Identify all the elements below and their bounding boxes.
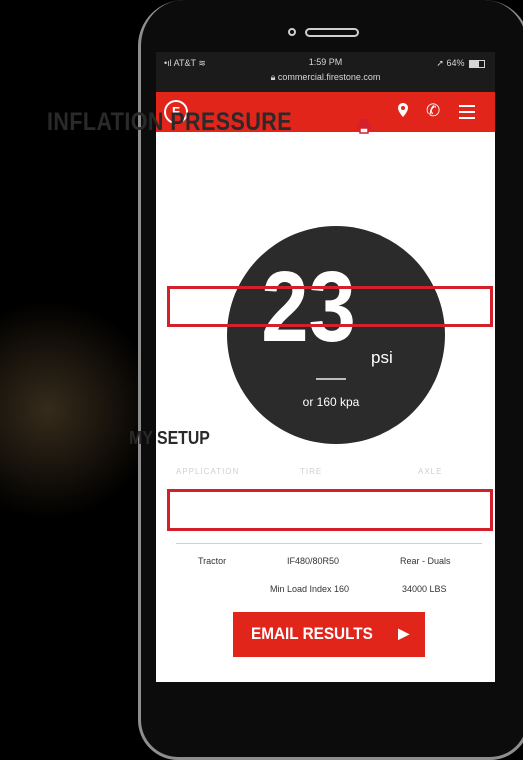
setup-divider [176, 543, 482, 544]
page-title: INFLATION PRESSURE [46, 108, 293, 136]
highlight-box-setup [167, 489, 493, 531]
setup-title: MY SETUP [129, 428, 210, 448]
hamburger-menu-icon[interactable] [459, 105, 475, 119]
setup-application: Tractor [198, 556, 227, 566]
email-results-button[interactable]: EMAIL RESULTS ▶ [233, 612, 425, 657]
battery-percent: 64% [446, 58, 465, 68]
earpiece-speaker [305, 28, 359, 37]
status-bar: •ıl AT&T ≋ 1:59 PM 🔒︎ commercial.firesto… [156, 52, 495, 92]
setup-load-weight: 34000 LBS [402, 584, 447, 594]
location-pin-icon[interactable] [398, 103, 408, 117]
front-camera [288, 28, 296, 36]
column-header-application: APPLICATION [176, 467, 240, 476]
email-results-label: EMAIL RESULTS [251, 624, 373, 643]
pressure-kpa: or 160 kpa [302, 395, 360, 409]
battery-status: ➚ 64% [436, 58, 485, 69]
setup-axle: Rear - Duals [400, 556, 451, 566]
background-glow [0, 300, 160, 520]
battery-icon [469, 59, 485, 68]
url-text: commercial.firestone.com [277, 72, 381, 82]
column-header-axle: AXLE [418, 467, 443, 476]
phone-icon[interactable]: ✆ [426, 101, 440, 121]
setup-tire: IF480/80R50 [287, 556, 340, 566]
location-arrow-icon: ➚ [436, 58, 444, 68]
highlight-box-pressure [167, 286, 493, 327]
arrow-right-icon: ▶ [398, 625, 409, 641]
pressure-divider [316, 378, 346, 380]
setup-load-index: Min Load Index 160 [270, 584, 350, 594]
print-icon[interactable] [356, 118, 372, 134]
lock-icon: 🔒︎ [270, 72, 276, 82]
url-bar[interactable]: 🔒︎ commercial.firestone.com [156, 72, 495, 83]
column-header-tire: TIRE [300, 467, 323, 476]
pressure-unit: psi [371, 348, 393, 367]
